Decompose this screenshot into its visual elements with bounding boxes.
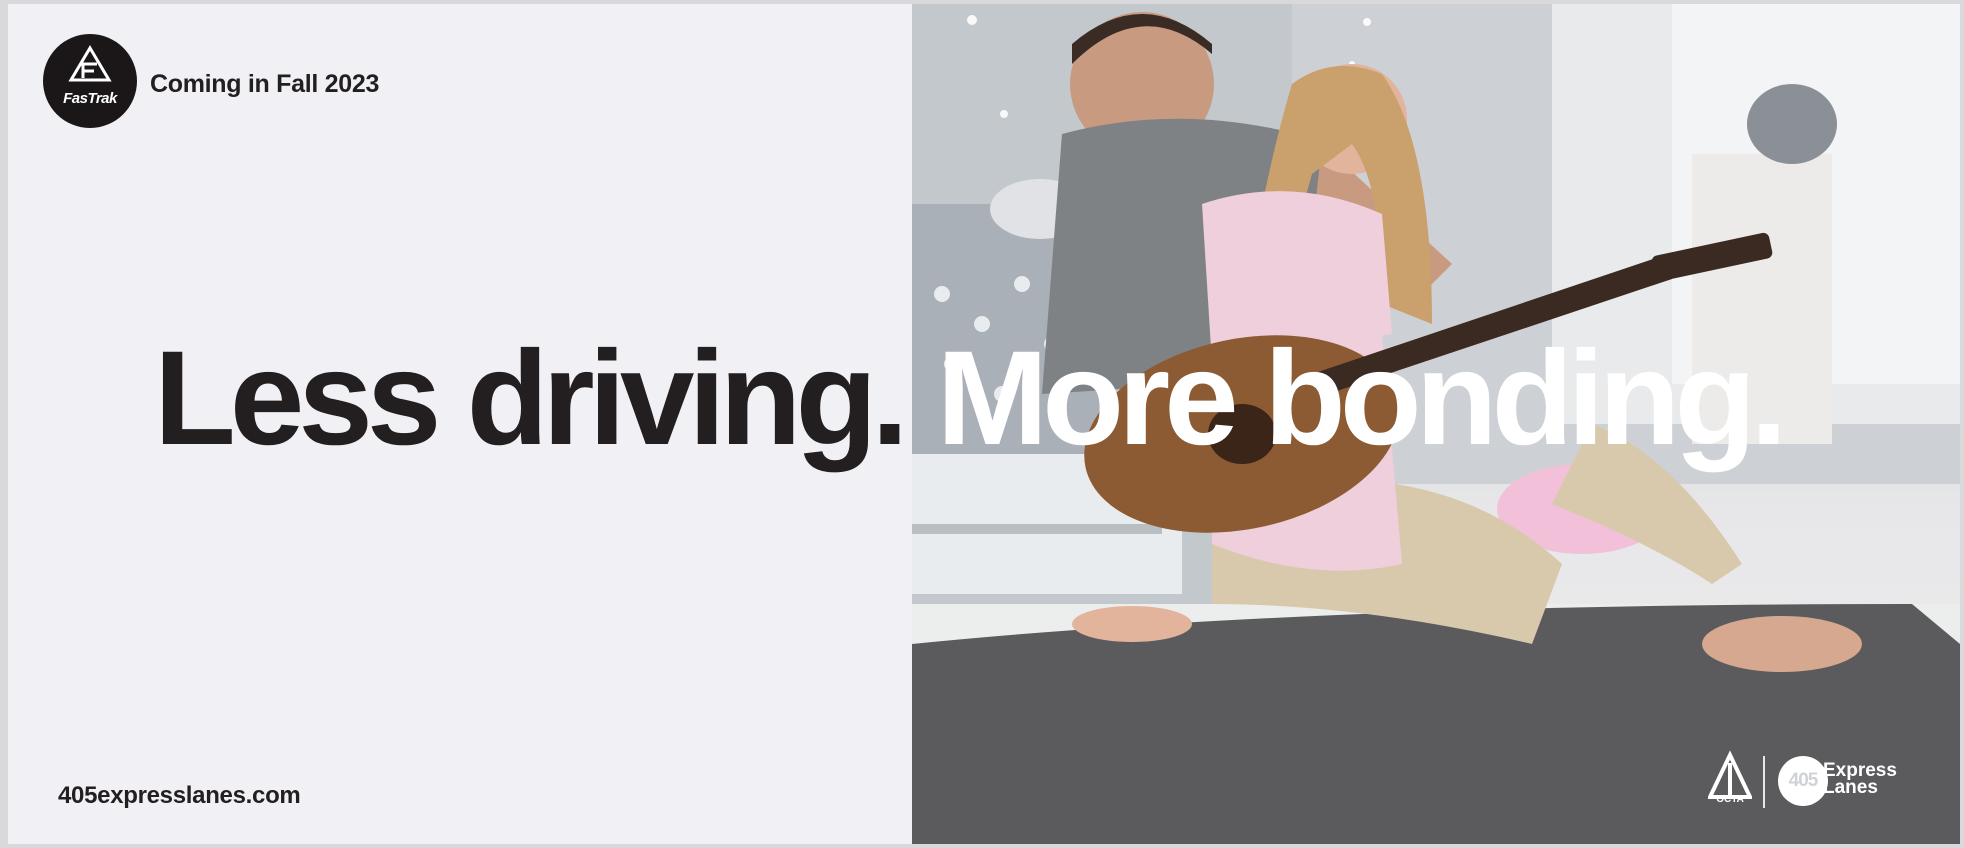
headline: Less driving. More bonding. bbox=[154, 332, 1788, 466]
express-lanes-number: 405 bbox=[1788, 770, 1819, 791]
octa-label: OCTA bbox=[1716, 794, 1744, 805]
express-lanes-wordmark: Express Lanes bbox=[1823, 761, 1897, 798]
coming-soon-tagline: Coming in Fall 2023 bbox=[150, 70, 380, 98]
website-url[interactable]: 405expresslanes.com bbox=[58, 782, 301, 810]
billboard-ad: FasTrak Coming in Fall 2023 405expressla… bbox=[8, 4, 1960, 844]
fastrak-logo: FasTrak bbox=[43, 34, 137, 128]
headline-part1: Less driving. bbox=[154, 324, 909, 473]
fastrak-wordmark: FasTrak bbox=[63, 90, 117, 107]
express-label-line2: Lanes bbox=[1823, 777, 1878, 798]
fastrak-arrow-icon bbox=[68, 45, 112, 82]
headline-part2: More bonding. bbox=[936, 324, 1788, 473]
logo-divider bbox=[1763, 756, 1765, 808]
